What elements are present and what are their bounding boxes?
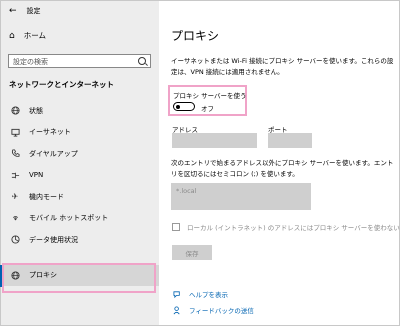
phone-icon [10,149,20,159]
sidebar-item-label: ダイヤルアップ [29,149,78,158]
proxy-description: イーサネットまたは Wi-Fi 接続にプロキシ サーバーを使います。これらの設定… [171,57,394,76]
back-arrow-icon[interactable]: ← [9,6,17,16]
sidebar-item-data-usage[interactable]: データ使用状況 [1,229,159,251]
bypass-local-checkbox[interactable] [172,223,180,231]
globe-icon [10,106,20,116]
hotspot-icon [10,213,20,223]
sidebar-item-ethernet[interactable]: イーサネット [1,122,159,144]
search-input[interactable]: 設定の検索 [8,54,151,68]
sidebar-item-label: VPN [29,171,44,180]
feedback-link[interactable]: フィードバックの送信 [172,305,254,315]
monitor-icon [10,127,20,137]
search-icon [138,57,146,65]
airplane-icon: ✈ [11,192,19,202]
port-field[interactable] [268,133,312,148]
exceptions-field[interactable]: *.local [171,183,311,210]
sidebar-item-status[interactable]: 状態 [1,100,159,122]
window-title: 設定 [26,7,41,15]
sidebar-nav: 状態 イーサネット ダイヤルアップ VPN ✈ 機内モード モバイル ホットスポ… [1,100,159,286]
sidebar-item-label: データ使用状況 [29,235,78,244]
page-title: プロキシ [171,29,220,43]
sidebar-item-vpn[interactable]: VPN [1,165,159,187]
feedback-link-label: フィードバックの送信 [189,307,254,315]
home-link[interactable]: ⌂ ホーム [9,30,46,41]
sidebar-item-airplane-mode[interactable]: ✈ 機内モード [1,186,159,208]
save-button[interactable]: 保存 [172,245,212,260]
address-field[interactable] [172,133,257,148]
sidebar-item-dialup[interactable]: ダイヤルアップ [1,143,159,165]
title-bar: ← 設定 [9,6,41,16]
sidebar-item-mobile-hotspot[interactable]: モバイル ホットスポット [1,208,159,230]
section-title: ネットワークとインターネット [9,80,114,89]
data-usage-icon [10,235,20,245]
vpn-icon [10,170,20,180]
highlight-proxy-nav [2,263,156,293]
sidebar-item-label: 状態 [29,106,43,115]
use-proxy-label: プロキシ サーバーを使う [173,92,247,100]
home-label: ホーム [23,31,46,40]
sidebar-item-label: 機内モード [29,192,64,201]
feedback-icon [172,305,182,315]
home-icon: ⌂ [9,30,15,41]
sidebar-item-label: イーサネット [29,128,71,137]
help-link[interactable]: ヘルプを表示 [172,289,228,299]
sidebar-item-label: モバイル ホットスポット [29,214,109,223]
use-proxy-toggle[interactable] [173,102,195,111]
search-placeholder: 設定の検索 [13,58,48,66]
exceptions-description: 次のエントリで始まるアドレス以外にプロキシ サーバーを使います。エントリを区切る… [171,159,394,178]
toggle-state-label: オフ [201,105,214,113]
help-icon [172,289,182,299]
help-link-label: ヘルプを表示 [189,291,228,299]
bypass-local-label: ローカル (イントラネット) のアドレスにはプロキシ サーバーを使わない [187,224,400,232]
